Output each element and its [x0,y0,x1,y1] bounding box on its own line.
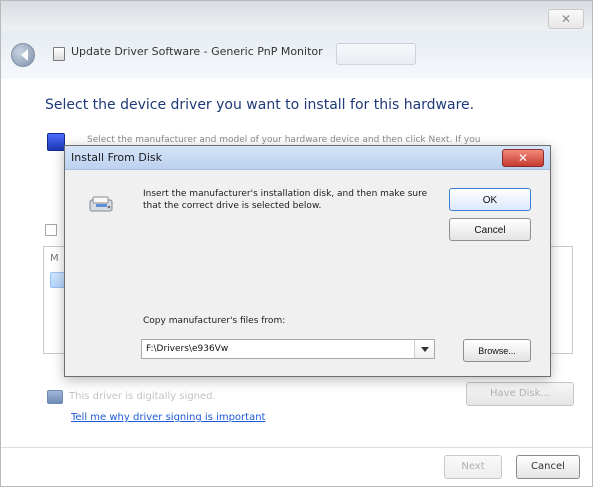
have-disk-button[interactable]: Have Disk... [466,382,574,406]
close-icon: ✕ [517,151,529,165]
compatible-hardware-checkbox[interactable] [45,224,57,236]
window-top-bar: ✕ [1,1,592,31]
path-combobox[interactable] [141,339,435,359]
driver-status: This driver is digitally signed. [69,391,216,402]
dialog-cancel-button[interactable]: Cancel [449,218,531,241]
dialog-title-bar: Install From Disk ✕ [65,146,550,170]
browse-button[interactable]: Browse... [463,339,531,362]
chevron-down-icon [421,347,429,352]
copy-files-label: Copy manufacturer's files from: [143,316,286,326]
list-column-label: M [50,253,59,264]
dialog-close-button[interactable]: ✕ [502,149,544,167]
install-from-disk-dialog: Install From Disk ✕ Insert the manufactu… [64,145,551,377]
footer-divider [1,447,592,448]
instruction-text: Select the manufacturer and model of you… [87,135,481,145]
window-header: Update Driver Software - Generic PnP Mon… [1,31,592,79]
back-button[interactable] [11,43,35,67]
window-title: Update Driver Software - Generic PnP Mon… [71,45,323,58]
cancel-button[interactable]: Cancel [516,455,580,479]
close-icon: ✕ [560,12,572,26]
path-input[interactable] [142,340,412,358]
header-highlight [336,43,416,65]
dialog-title: Install From Disk [71,151,162,164]
hardware-icon [47,133,65,151]
next-button[interactable]: Next [444,455,502,479]
signed-driver-icon [47,390,63,404]
installation-disk-icon [89,196,113,212]
window-icon [53,47,65,61]
back-arrow-icon [21,49,28,61]
ok-button[interactable]: OK [449,188,531,211]
path-dropdown-button[interactable] [414,340,434,358]
page-heading: Select the device driver you want to ins… [45,97,475,113]
screen: ✕ Update Driver Software - Generic PnP M… [0,0,593,487]
dialog-message: Insert the manufacturer's installation d… [143,189,428,211]
outer-close-button[interactable]: ✕ [548,9,584,29]
driver-signing-help-link[interactable]: Tell me why driver signing is important [71,412,265,423]
